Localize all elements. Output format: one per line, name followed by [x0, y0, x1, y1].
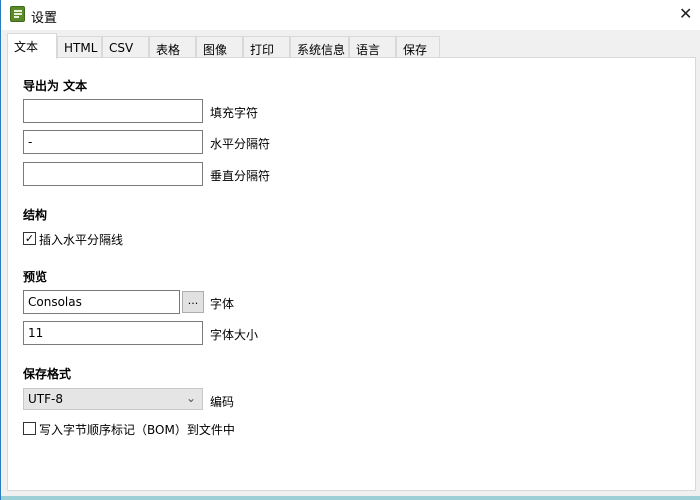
fill-char-input[interactable] [23, 99, 203, 123]
tab-language[interactable]: 语言 [349, 36, 396, 58]
bom-checkbox[interactable] [23, 422, 36, 435]
tab-print[interactable]: 打印 [243, 36, 290, 58]
v-sep-input[interactable] [23, 162, 203, 186]
taskbar-strip [1, 496, 700, 500]
tab-image[interactable]: 图像 [196, 36, 243, 58]
title-bar: 设置 ✕ [1, 0, 700, 30]
tab-table[interactable]: 表格 [149, 36, 196, 58]
encoding-select[interactable]: UTF-8 ⌄ [23, 388, 203, 410]
save-format-heading: 保存格式 [23, 367, 72, 381]
app-icon [10, 6, 25, 22]
encoding-label: 编码 [210, 395, 235, 409]
font-size-label: 字体大小 [210, 328, 259, 342]
close-icon[interactable]: ✕ [679, 4, 692, 23]
insert-hline-label: 插入水平分隔线 [39, 233, 124, 247]
tab-html[interactable]: HTML [57, 36, 102, 58]
bom-label: 写入字节顺序标记（BOM）到文件中 [39, 423, 235, 437]
settings-panel: 导出为 文本 填充字符 - 水平分隔符 垂直分隔符 结构 ✓ 插入水平分隔线 预… [7, 57, 696, 491]
export-heading: 导出为 文本 [23, 79, 88, 93]
encoding-value: UTF-8 [28, 392, 63, 406]
h-sep-input[interactable]: - [23, 130, 203, 154]
tab-save[interactable]: 保存 [396, 36, 440, 58]
font-input[interactable]: Consolas [23, 290, 180, 314]
v-sep-label: 垂直分隔符 [210, 169, 271, 183]
tab-csv[interactable]: CSV [102, 36, 149, 58]
tab-system-info[interactable]: 系统信息 [290, 36, 349, 58]
insert-hline-checkbox[interactable]: ✓ [23, 232, 36, 245]
tab-text[interactable]: 文本 [7, 33, 57, 59]
h-sep-label: 水平分隔符 [210, 137, 271, 151]
preview-heading: 预览 [23, 270, 48, 284]
structure-heading: 结构 [23, 208, 48, 222]
font-size-input[interactable]: 11 [23, 321, 203, 345]
font-label: 字体 [210, 297, 235, 311]
font-browse-button[interactable]: ... [182, 291, 204, 313]
fill-char-label: 填充字符 [210, 106, 259, 120]
window-title: 设置 [31, 11, 58, 26]
chevron-down-icon: ⌄ [185, 391, 196, 405]
